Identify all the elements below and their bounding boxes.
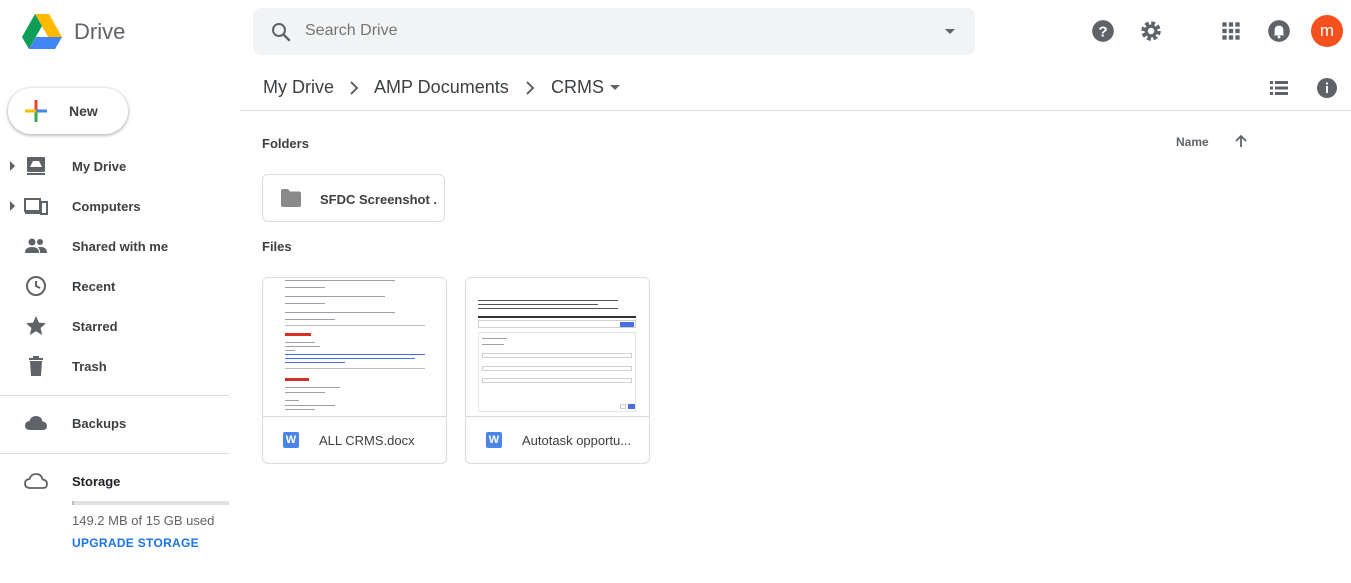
files-section-title: Files [262, 239, 292, 254]
search-input[interactable] [305, 18, 905, 44]
chevron-right-icon [526, 81, 535, 95]
sidebar-item-my-drive[interactable]: My Drive [0, 150, 240, 182]
file-card-footer: W Autotask opportu... [466, 416, 649, 463]
word-doc-icon: W [283, 432, 299, 448]
computers-icon [24, 198, 48, 215]
breadcrumb-current-folder[interactable]: CRMS [551, 77, 604, 98]
folders-section-title: Folders [262, 136, 309, 151]
drive-logo-icon [22, 14, 62, 49]
new-button[interactable]: New [8, 88, 128, 134]
trash-icon [29, 356, 43, 376]
word-doc-icon: W [486, 432, 502, 448]
shared-people-icon [25, 238, 47, 253]
storage-used-text: 149.2 MB of 15 GB used [72, 513, 215, 528]
sidebar-divider [0, 453, 229, 454]
folder-name: SFDC Screenshot ... [320, 192, 436, 207]
file-thumbnail [466, 278, 649, 416]
sidebar-item-label: Starred [72, 319, 118, 334]
file-name: Autotask opportu... [522, 433, 632, 448]
my-drive-icon [27, 157, 45, 175]
sidebar-item-storage[interactable]: Storage [0, 465, 240, 497]
sidebar-item-trash[interactable]: Trash [0, 350, 240, 382]
sidebar-divider [0, 395, 229, 396]
sidebar-item-backups[interactable]: Backups [0, 407, 240, 439]
app-name: Drive [74, 18, 126, 44]
star-icon [26, 316, 46, 335]
plus-icon [25, 100, 47, 122]
top-bar: Drive ? m [0, 0, 1351, 64]
list-view-icon[interactable] [1267, 76, 1291, 100]
drive-logo[interactable]: Drive [22, 14, 125, 49]
sidebar-item-computers[interactable]: Computers [0, 190, 240, 222]
svg-text:?: ? [1098, 23, 1107, 40]
upgrade-storage-link[interactable]: UPGRADE STORAGE [72, 536, 199, 550]
new-button-label: New [69, 103, 98, 119]
expand-arrow-icon[interactable] [10, 201, 15, 211]
folder-menu-dropdown-icon[interactable] [610, 85, 620, 90]
search-icon[interactable] [269, 20, 293, 44]
file-card-footer: W ALL CRMS.docx [263, 416, 446, 463]
breadcrumb-amp-documents[interactable]: AMP Documents [374, 77, 509, 98]
cloud-outline-icon [24, 473, 48, 489]
file-card-all-crms[interactable]: W ALL CRMS.docx [262, 277, 447, 464]
cloud-icon [25, 416, 47, 430]
sidebar-item-label: Shared with me [72, 239, 169, 254]
sidebar-item-label: Backups [72, 416, 127, 431]
folder-icon [281, 189, 301, 207]
help-icon[interactable]: ? [1090, 18, 1116, 44]
account-avatar[interactable]: m [1311, 15, 1343, 47]
storage-usage-fill [72, 501, 74, 505]
sidebar-item-label: Recent [72, 279, 116, 294]
info-icon[interactable] [1315, 76, 1339, 100]
file-card-autotask[interactable]: W Autotask opportu... [465, 277, 650, 464]
sort-ascending-arrow-icon[interactable] [1233, 133, 1249, 149]
search-options-icon[interactable] [945, 29, 955, 34]
sidebar-item-label: Trash [72, 359, 107, 374]
sidebar-item-label: Storage [72, 474, 121, 489]
settings-gear-icon[interactable] [1138, 18, 1164, 44]
search-bar[interactable] [253, 8, 975, 55]
storage-usage-bar [72, 501, 229, 505]
clock-icon [26, 276, 46, 296]
expand-arrow-icon[interactable] [10, 161, 15, 171]
breadcrumb-my-drive[interactable]: My Drive [263, 77, 334, 98]
file-name: ALL CRMS.docx [319, 433, 415, 448]
notifications-bell-icon[interactable] [1266, 18, 1292, 44]
sidebar-item-starred[interactable]: Starred [0, 310, 240, 342]
sort-by-name-button[interactable]: Name [1176, 135, 1209, 149]
sidebar-item-label: My Drive [72, 159, 127, 174]
sidebar: New My Drive Computers Shared with me Re… [0, 64, 240, 583]
sidebar-item-label: Computers [72, 199, 141, 214]
chevron-right-icon [350, 81, 359, 95]
apps-grid-icon[interactable] [1218, 18, 1244, 44]
sidebar-item-shared-with-me[interactable]: Shared with me [0, 230, 240, 262]
file-thumbnail [263, 278, 446, 416]
sidebar-item-recent[interactable]: Recent [0, 270, 240, 302]
folder-card[interactable]: SFDC Screenshot ... [262, 174, 445, 222]
breadcrumb: My Drive AMP Documents CRMS [240, 64, 1351, 111]
